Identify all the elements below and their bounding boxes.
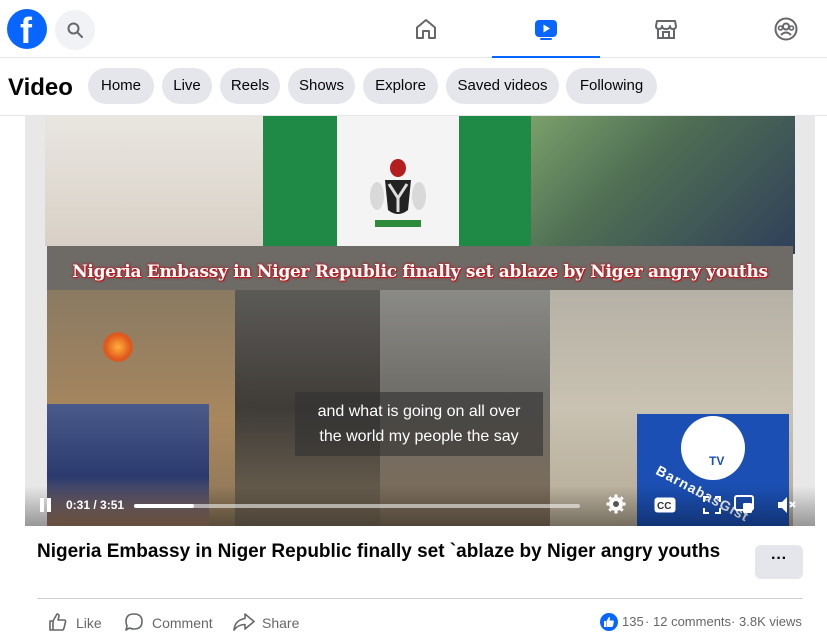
pill-following[interactable]: Following — [566, 68, 657, 104]
nav-tab-home[interactable] — [372, 0, 480, 58]
divider — [37, 598, 803, 599]
search-button[interactable] — [55, 10, 95, 50]
progress-track[interactable] — [134, 504, 580, 508]
flag-green-left — [263, 116, 337, 246]
share-label: Share — [262, 615, 300, 631]
volume-muted-icon[interactable] — [776, 495, 798, 515]
comment-icon — [125, 613, 143, 631]
video-player[interactable]: TV BarnabasGist Nigeria Embassy in Niger… — [25, 116, 815, 526]
top-navigation: f — [0, 0, 827, 59]
groups-icon — [774, 17, 798, 41]
comment-button[interactable]: Comment — [124, 612, 224, 634]
coat-of-arms-icon — [370, 159, 426, 227]
thumbnail-portrait-left — [45, 116, 263, 246]
like-count[interactable]: 135 — [622, 612, 644, 632]
thumbs-up-mini-icon — [604, 617, 614, 627]
post-stats: 135 · 12 comments · 3.8K views — [600, 612, 805, 632]
caption-line-1: and what is going on all over — [317, 403, 521, 420]
like-label: Like — [76, 615, 102, 631]
subtitle-caption: and what is going on all over the world … — [295, 392, 543, 456]
nav-tab-groups[interactable] — [732, 0, 827, 58]
comment-count[interactable]: 12 comments — [653, 612, 731, 632]
like-button[interactable]: Like — [48, 612, 108, 634]
home-icon — [416, 19, 436, 39]
watermark-badge-icon — [681, 416, 745, 480]
picture-in-picture-icon[interactable] — [734, 495, 754, 515]
pill-reels[interactable]: Reels — [220, 68, 280, 104]
pill-saved-videos[interactable]: Saved videos — [446, 68, 559, 104]
pill-home[interactable]: Home — [88, 68, 154, 104]
progress-fill — [134, 504, 195, 508]
flag-green-right — [459, 116, 531, 246]
share-button[interactable]: Share — [233, 612, 313, 634]
fullscreen-icon[interactable] — [703, 496, 721, 514]
playback-time: 0:31 / 3:51 — [66, 498, 125, 512]
video-overlay-headline: Nigeria Embassy in Niger Republic finall… — [72, 262, 768, 282]
pill-live[interactable]: Live — [162, 68, 212, 104]
thumbnail-portrait-right — [531, 116, 795, 254]
stats-separator-1: · — [645, 614, 650, 629]
view-count: 3.8K views — [739, 614, 802, 629]
nav-tab-marketplace[interactable] — [612, 0, 720, 58]
video-icon — [535, 20, 557, 40]
share-icon — [233, 613, 255, 631]
facebook-logo[interactable]: f — [7, 9, 47, 51]
comment-label: Comment — [152, 615, 213, 631]
stats-separator-2: · — [731, 614, 736, 629]
search-icon — [67, 22, 83, 38]
marketplace-icon — [655, 20, 677, 39]
pause-icon[interactable] — [40, 498, 52, 512]
watermark-tv: TV — [709, 454, 725, 468]
video-section-header: Video Home Live Reels Shows Explore Save… — [0, 58, 827, 116]
more-options-button[interactable]: ··· — [755, 545, 803, 579]
pill-explore[interactable]: Explore — [363, 68, 438, 104]
thumbs-up-icon — [49, 613, 67, 631]
facebook-logo-letter: f — [20, 10, 32, 51]
svg-text:CC: CC — [657, 501, 671, 512]
pill-shows[interactable]: Shows — [288, 68, 355, 104]
settings-gear-icon[interactable] — [606, 494, 626, 514]
closed-captions-icon[interactable]: CC — [654, 497, 676, 513]
reaction-like-icon[interactable] — [600, 613, 618, 631]
caption-line-2: the world my people the say — [319, 428, 519, 445]
nav-tab-video[interactable] — [492, 0, 600, 59]
page-title: Video — [8, 74, 73, 101]
post-title: Nigeria Embassy in Niger Republic finall… — [37, 541, 721, 562]
fire-icon — [103, 332, 133, 362]
